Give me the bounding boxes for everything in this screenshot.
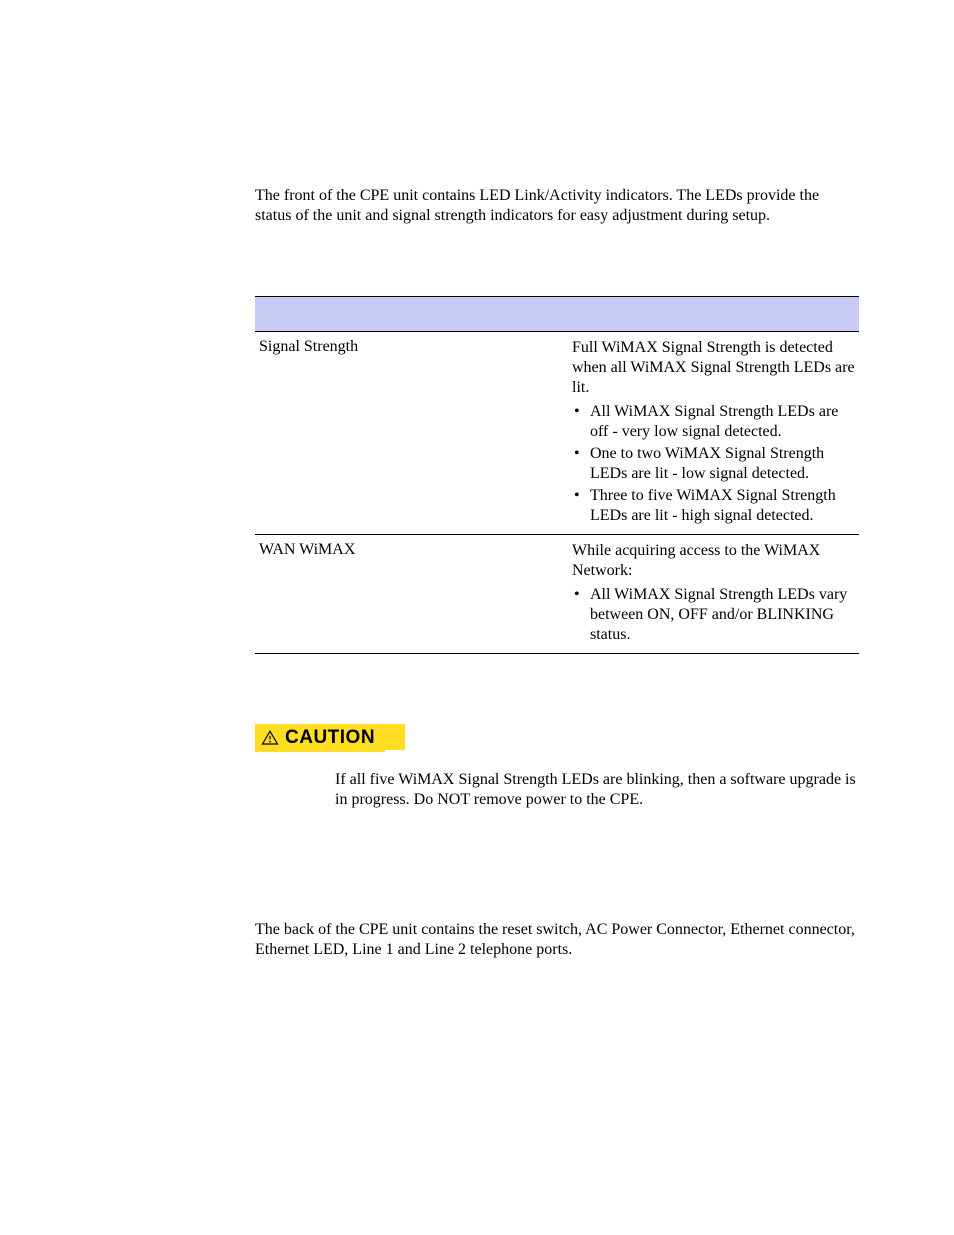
caution-body-text: If all five WiMAX Signal Strength LEDs a… — [335, 770, 859, 810]
bullet-item: Three to five WiMAX Signal Strength LEDs… — [572, 486, 855, 526]
table-header-cell-left — [255, 297, 568, 332]
row-description: Full WiMAX Signal Strength is detected w… — [568, 332, 859, 535]
warning-triangle-icon — [261, 729, 279, 747]
table-row: WAN WiMAX While acquiring access to the … — [255, 535, 859, 654]
caution-callout: CAUTION If all five WiMAX Signal Strengt… — [255, 724, 859, 810]
table-header-cell-right — [568, 297, 859, 332]
row-description: While acquiring access to the WiMAX Netw… — [568, 535, 859, 654]
document-page: The front of the CPE unit contains LED L… — [0, 0, 954, 1235]
row-bullets: All WiMAX Signal Strength LEDs are off -… — [572, 402, 855, 526]
caution-label: CAUTION — [285, 727, 375, 749]
table-header-row — [255, 297, 859, 332]
caution-badge-tail — [385, 724, 405, 750]
row-lead-text: Full WiMAX Signal Strength is detected w… — [572, 338, 855, 398]
front-intro-paragraph: The front of the CPE unit contains LED L… — [255, 186, 859, 226]
row-lead-text: While acquiring access to the WiMAX Netw… — [572, 541, 855, 581]
bullet-item: One to two WiMAX Signal Strength LEDs ar… — [572, 444, 855, 484]
bullet-item: All WiMAX Signal Strength LEDs vary betw… — [572, 585, 855, 645]
caution-badge: CAUTION — [255, 724, 385, 752]
back-intro-paragraph: The back of the CPE unit contains the re… — [255, 920, 859, 960]
bullet-item: All WiMAX Signal Strength LEDs are off -… — [572, 402, 855, 442]
row-label: Signal Strength — [255, 332, 568, 535]
row-label: WAN WiMAX — [255, 535, 568, 654]
led-status-table: Signal Strength Full WiMAX Signal Streng… — [255, 296, 859, 654]
table-row: Signal Strength Full WiMAX Signal Streng… — [255, 332, 859, 535]
row-bullets: All WiMAX Signal Strength LEDs vary betw… — [572, 585, 855, 645]
